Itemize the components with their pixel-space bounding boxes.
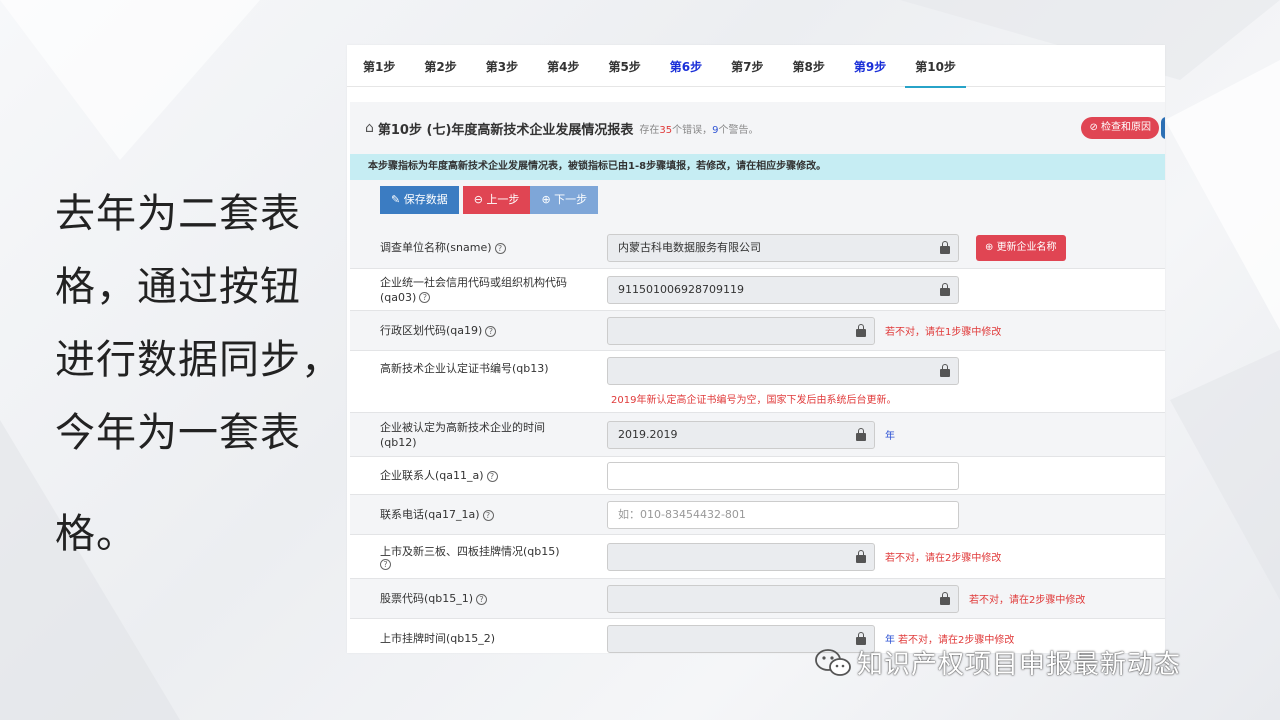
error-count: 35: [659, 124, 673, 136]
home-icon[interactable]: ⌂: [365, 120, 374, 136]
step-tabs: 第1步 第2步 第3步 第4步 第5步 第6步 第7步 第8步 第9步 第10步: [347, 45, 1165, 88]
tab-step-8[interactable]: 第8步: [783, 45, 835, 87]
arrow-left-circle-icon: ⊖: [473, 193, 487, 206]
field-label: 联系电话(qa17_1a)?: [350, 495, 593, 534]
screenshot-panel: 第1步 第2步 第3步 第4步 第5步 第6步 第7步 第8步 第9步 第10步…: [347, 45, 1165, 653]
form-row: 上市及新三板、四板挂牌情况(qb15)? 若不对，请在2步骤中修改: [350, 535, 1165, 579]
field-label: 上市挂牌时间(qb15_2): [350, 619, 593, 653]
tab-step-3[interactable]: 第3步: [476, 45, 528, 87]
form-row: 企业统一社会信用代码或组织机构代码 (qa03)? 911501006928709…: [350, 269, 1165, 311]
help-icon: ?: [419, 292, 431, 303]
lock-icon: [856, 549, 866, 563]
form-header: ⌂ 第10步 (七)年度高新技术企业发展情况报表 存在35个错误，9个警告。 ⊘…: [350, 102, 1165, 154]
sname-field[interactable]: 内蒙古科电数据服务有限公司: [607, 233, 959, 262]
form-row: 联系电话(qa17_1a)? 如：010-83454432-801: [350, 495, 1165, 535]
caption-line: 格，通过按钮: [55, 264, 301, 310]
step-notice: 本步骤指标为年度高新技术企业发展情况表，被锁指标已由1-8步骤填报，若修改，请在…: [350, 154, 1165, 180]
tab-step-4[interactable]: 第4步: [537, 45, 589, 87]
help-icon: ?: [486, 470, 498, 482]
form-row: 高新技术企业认定证书编号(qb13) 2019年新认定高企证书编号为空，国家下发…: [350, 351, 1165, 413]
tab-step-1[interactable]: 第1步: [353, 45, 405, 87]
lock-icon: [856, 631, 866, 645]
watermark-text: 知识产权项目申报最新动态: [857, 650, 1182, 680]
tab-step-6[interactable]: 第6步: [660, 45, 712, 87]
qb15-field[interactable]: [607, 542, 875, 571]
field-label: 行政区划代码(qa19)?: [350, 311, 593, 350]
check-reasons-button[interactable]: ⊘ 检查和原因: [1081, 117, 1159, 139]
field-label: 企业联系人(qa11_a)?: [350, 457, 593, 494]
form-row: 企业联系人(qa11_a)?: [350, 457, 1165, 495]
qa03-field[interactable]: 911501006928709119: [607, 275, 959, 304]
caption-line: 进行数据同步，: [55, 337, 342, 383]
qb13-field[interactable]: [607, 357, 959, 385]
help-icon: ?: [494, 242, 506, 254]
edit-icon: ✎: [391, 193, 404, 206]
form-row: 企业被认定为高新技术企业的时间 (qb12) 2019.2019 年: [350, 413, 1165, 457]
validation-status: 存在35个错误，9个警告。: [639, 124, 759, 136]
field-label: 企业被认定为高新技术企业的时间 (qb12): [350, 413, 593, 456]
field-hint: 若不对，请在2步骤中修改: [885, 553, 1002, 564]
save-button[interactable]: ✎ 保存数据: [380, 186, 459, 214]
field-label: 高新技术企业认定证书编号(qb13): [350, 351, 593, 412]
lock-icon: [940, 240, 950, 254]
field-hint: 若不对，请在1步骤中修改: [885, 327, 1002, 338]
tab-step-7[interactable]: 第7步: [721, 45, 773, 87]
form-row: 股票代码(qb15_1)? 若不对，请在2步骤中修改: [350, 579, 1165, 619]
wechat-watermark: 知识产权项目申报最新动态: [815, 644, 1181, 681]
field-note: 2019年新认定高企证书编号为空，国家下发后由系统后台更新。: [611, 395, 897, 406]
tab-step-5[interactable]: 第5步: [598, 45, 650, 87]
tab-step-2[interactable]: 第2步: [414, 45, 466, 87]
help-icon: ?: [380, 558, 391, 570]
page-title: 第10步 (七)年度高新技术企业发展情况报表: [377, 122, 634, 138]
field-label: 股票代码(qb15_1)?: [350, 579, 593, 618]
phone-input[interactable]: 如：010-83454432-801: [607, 500, 959, 529]
wechat-icon: [815, 648, 851, 676]
qb15-1-field[interactable]: [607, 584, 959, 613]
slide-caption: 去年为二套表 格，通过按钮 进行数据同步， 今年为一套表 格。: [55, 178, 355, 571]
lock-icon: [940, 591, 950, 605]
prev-step-button[interactable]: ⊖ 上一步: [462, 186, 531, 214]
caption-line: 今年为一套表: [55, 410, 301, 456]
form-body: ⌂ 第10步 (七)年度高新技术企业发展情况报表 存在35个错误，9个警告。 ⊘…: [350, 102, 1165, 653]
help-icon: ?: [476, 593, 488, 605]
check-circle-icon: ⊘: [1089, 122, 1101, 133]
lock-icon: [856, 427, 866, 441]
caption-line: 格。: [55, 511, 137, 557]
lock-icon: [940, 282, 950, 296]
field-label: 调查单位名称(sname)?: [350, 227, 593, 268]
field-hint: 若不对，请在2步骤中修改: [969, 595, 1086, 606]
tab-step-9[interactable]: 第9步: [844, 45, 896, 87]
unit-label: 年: [885, 431, 895, 442]
arrow-circle-icon: ⊕: [985, 241, 997, 253]
help-icon: ?: [482, 509, 494, 521]
field-label: 上市及新三板、四板挂牌情况(qb15)?: [350, 535, 593, 578]
next-step-button[interactable]: ⊕ 下一步: [530, 186, 599, 214]
field-label: 企业统一社会信用代码或组织机构代码 (qa03)?: [350, 269, 593, 310]
cutoff-button[interactable]: [1161, 117, 1165, 139]
form-row: 调查单位名称(sname)? 内蒙古科电数据服务有限公司 ⊕ 更新企业名称: [350, 227, 1165, 269]
update-company-name-button[interactable]: ⊕ 更新企业名称: [976, 234, 1066, 261]
lock-icon: [856, 323, 866, 337]
form-rows: 调查单位名称(sname)? 内蒙古科电数据服务有限公司 ⊕ 更新企业名称 企业…: [350, 227, 1165, 653]
action-toolbar: ✎ 保存数据 ⊖ 上一步 ⊕ 下一步: [350, 180, 1165, 220]
lock-icon: [940, 364, 950, 377]
arrow-right-circle-icon: ⊕: [541, 193, 555, 206]
form-row: 行政区划代码(qa19)? 若不对，请在1步骤中修改: [350, 311, 1165, 351]
qb12-field[interactable]: 2019.2019: [607, 420, 875, 449]
qa19-field[interactable]: [607, 316, 875, 345]
help-icon: ?: [485, 325, 497, 337]
tab-step-10[interactable]: 第10步: [905, 45, 966, 88]
contact-person-input[interactable]: [607, 461, 959, 490]
caption-line: 去年为二套表: [55, 191, 301, 237]
